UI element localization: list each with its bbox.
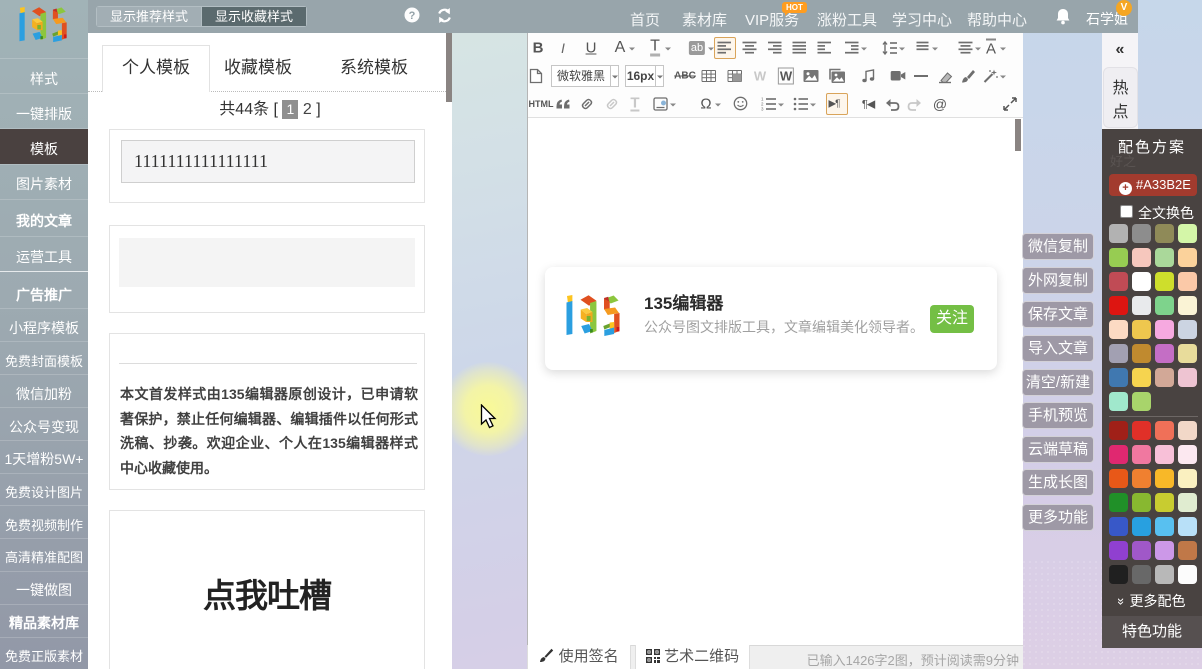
svg-text:3: 3	[761, 107, 764, 112]
